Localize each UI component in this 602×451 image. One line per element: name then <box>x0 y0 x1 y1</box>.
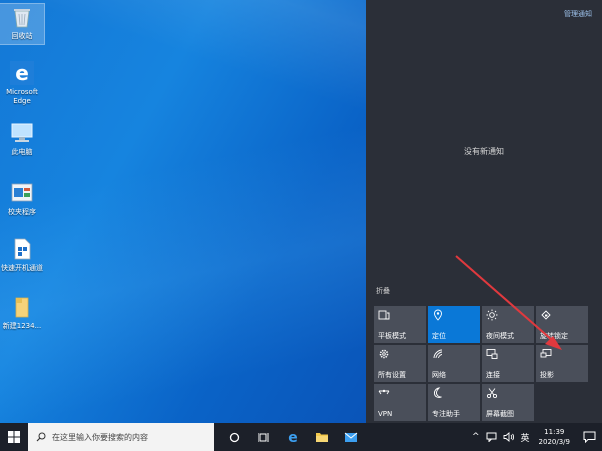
desktop: 回收站 e Microsoft Edge 此电脑 校夹程序 快速开机通道 新建1… <box>0 0 366 423</box>
taskbar-edge-button[interactable]: e <box>278 423 307 451</box>
manage-notifications-link[interactable]: 管理通知 <box>564 9 592 19</box>
edge-icon: e <box>9 60 35 86</box>
mail-icon <box>344 432 357 442</box>
desktop-icon-label: 校夹程序 <box>8 208 36 216</box>
night-light-icon <box>486 309 498 321</box>
task-view-button[interactable] <box>249 423 278 451</box>
taskbar-mail-button[interactable] <box>336 423 365 451</box>
collapse-link[interactable]: 折叠 <box>376 286 390 296</box>
network-icon <box>433 349 443 359</box>
screen-snip-icon <box>486 388 498 399</box>
quick-action-label: 旋转锁定 <box>540 332 568 340</box>
action-center-button[interactable] <box>576 423 602 451</box>
desktop-icon-file[interactable]: 快速开机通道 <box>0 236 44 273</box>
taskbar-clock[interactable]: 11:39 2020/3/9 <box>533 423 576 451</box>
desktop-icon-program[interactable]: 校夹程序 <box>0 180 44 217</box>
clock-time: 11:39 <box>544 428 565 436</box>
quick-action-connect[interactable]: 连接 <box>482 345 534 382</box>
search-placeholder: 在这里输入你要搜索的内容 <box>52 432 148 442</box>
desktop-icon-label: 新建1234... <box>2 322 42 330</box>
desktop-icon-label: 快速开机通道 <box>1 264 43 272</box>
quick-action-label: 投影 <box>540 371 554 379</box>
quick-action-location[interactable]: 定位 <box>428 306 480 343</box>
desktop-icon-edge[interactable]: e Microsoft Edge <box>0 60 44 106</box>
program-icon <box>9 180 35 206</box>
edge-icon: e <box>288 430 298 444</box>
quick-action-label: 网络 <box>432 371 446 379</box>
rotation-lock-icon <box>541 310 551 320</box>
quick-action-label: 屏幕截图 <box>486 410 514 418</box>
cortana-icon <box>229 432 240 442</box>
quick-action-label: VPN <box>378 410 393 418</box>
quick-action-label: 专注助手 <box>432 410 460 418</box>
focus-assist-icon <box>433 387 442 398</box>
svg-text:e: e <box>15 61 29 85</box>
quick-action-label: 定位 <box>432 332 446 340</box>
quick-action-network[interactable]: 网络 <box>428 345 480 382</box>
quick-action-label: 平板模式 <box>378 332 406 340</box>
notifications-icon <box>583 431 595 443</box>
folder-icon <box>9 294 35 320</box>
wallpaper-light-beam <box>0 90 366 423</box>
location-icon <box>434 309 442 321</box>
clock-date: 2020/3/9 <box>538 438 570 446</box>
volume-button[interactable] <box>500 423 518 451</box>
svg-text:e: e <box>288 430 298 444</box>
quick-action-tablet-mode[interactable]: 平板模式 <box>374 306 426 343</box>
quick-action-screen-snip[interactable]: 屏幕截图 <box>482 384 534 421</box>
show-hidden-icons-chevron[interactable]: ^ <box>469 423 483 451</box>
quick-action-label: 所有设置 <box>378 371 406 379</box>
desktop-icon-label: 回收站 <box>11 32 33 40</box>
input-language-indicator[interactable]: 英 <box>518 423 533 451</box>
this-pc-icon <box>9 120 35 146</box>
start-button[interactable] <box>0 423 28 451</box>
taskbar-file-explorer-button[interactable] <box>307 423 336 451</box>
quick-action-night-light[interactable]: 夜间模式 <box>482 306 534 343</box>
quick-actions-grid: 平板模式 定位 夜间模式 旋转锁定 所有设置 网络 连接 投影 VPN 专注助手… <box>374 306 588 421</box>
file-explorer-icon <box>315 433 328 442</box>
windows-logo-icon <box>8 431 20 443</box>
settings-icon <box>379 349 389 359</box>
desktop-icon-label: Microsoft Edge <box>6 88 38 105</box>
project-icon <box>540 349 552 358</box>
desktop-icon-label: 此电脑 <box>11 148 33 156</box>
cortana-button[interactable] <box>220 423 249 451</box>
quick-action-all-settings[interactable]: 所有设置 <box>374 345 426 382</box>
system-tray: ^ 英 11:39 2020/3/9 <box>469 423 602 451</box>
action-center: 管理通知 没有新通知 折叠 平板模式 定位 夜间模式 旋转锁定 所有设置 网络 <box>366 0 602 423</box>
speaker-icon <box>503 432 514 442</box>
quick-action-focus-assist[interactable]: 专注助手 <box>428 384 480 421</box>
connect-icon <box>486 349 498 359</box>
tablet-mode-icon <box>378 310 390 320</box>
notification-area-icon[interactable] <box>483 423 500 451</box>
quick-action-label: 连接 <box>486 371 500 379</box>
no-notifications-text: 没有新通知 <box>464 147 504 156</box>
recycle-bin-icon <box>9 4 35 30</box>
file-icon <box>9 236 35 262</box>
quick-action-vpn[interactable]: VPN <box>374 384 426 421</box>
quick-action-project[interactable]: 投影 <box>536 345 588 382</box>
message-icon <box>486 432 497 442</box>
desktop-icon-this-pc[interactable]: 此电脑 <box>0 120 44 157</box>
task-view-icon <box>257 432 268 442</box>
taskbar: 在这里输入你要搜索的内容 e ^ 英 11:39 2020/3/9 <box>0 423 602 451</box>
search-icon <box>36 432 46 442</box>
desktop-icon-recycle-bin[interactable]: 回收站 <box>0 3 45 45</box>
desktop-icon-folder[interactable]: 新建1234... <box>0 294 44 331</box>
quick-action-label: 夜间模式 <box>486 332 514 340</box>
quick-action-rotation-lock[interactable]: 旋转锁定 <box>536 306 588 343</box>
vpn-icon <box>378 389 390 395</box>
taskbar-search-box[interactable]: 在这里输入你要搜索的内容 <box>28 423 214 451</box>
